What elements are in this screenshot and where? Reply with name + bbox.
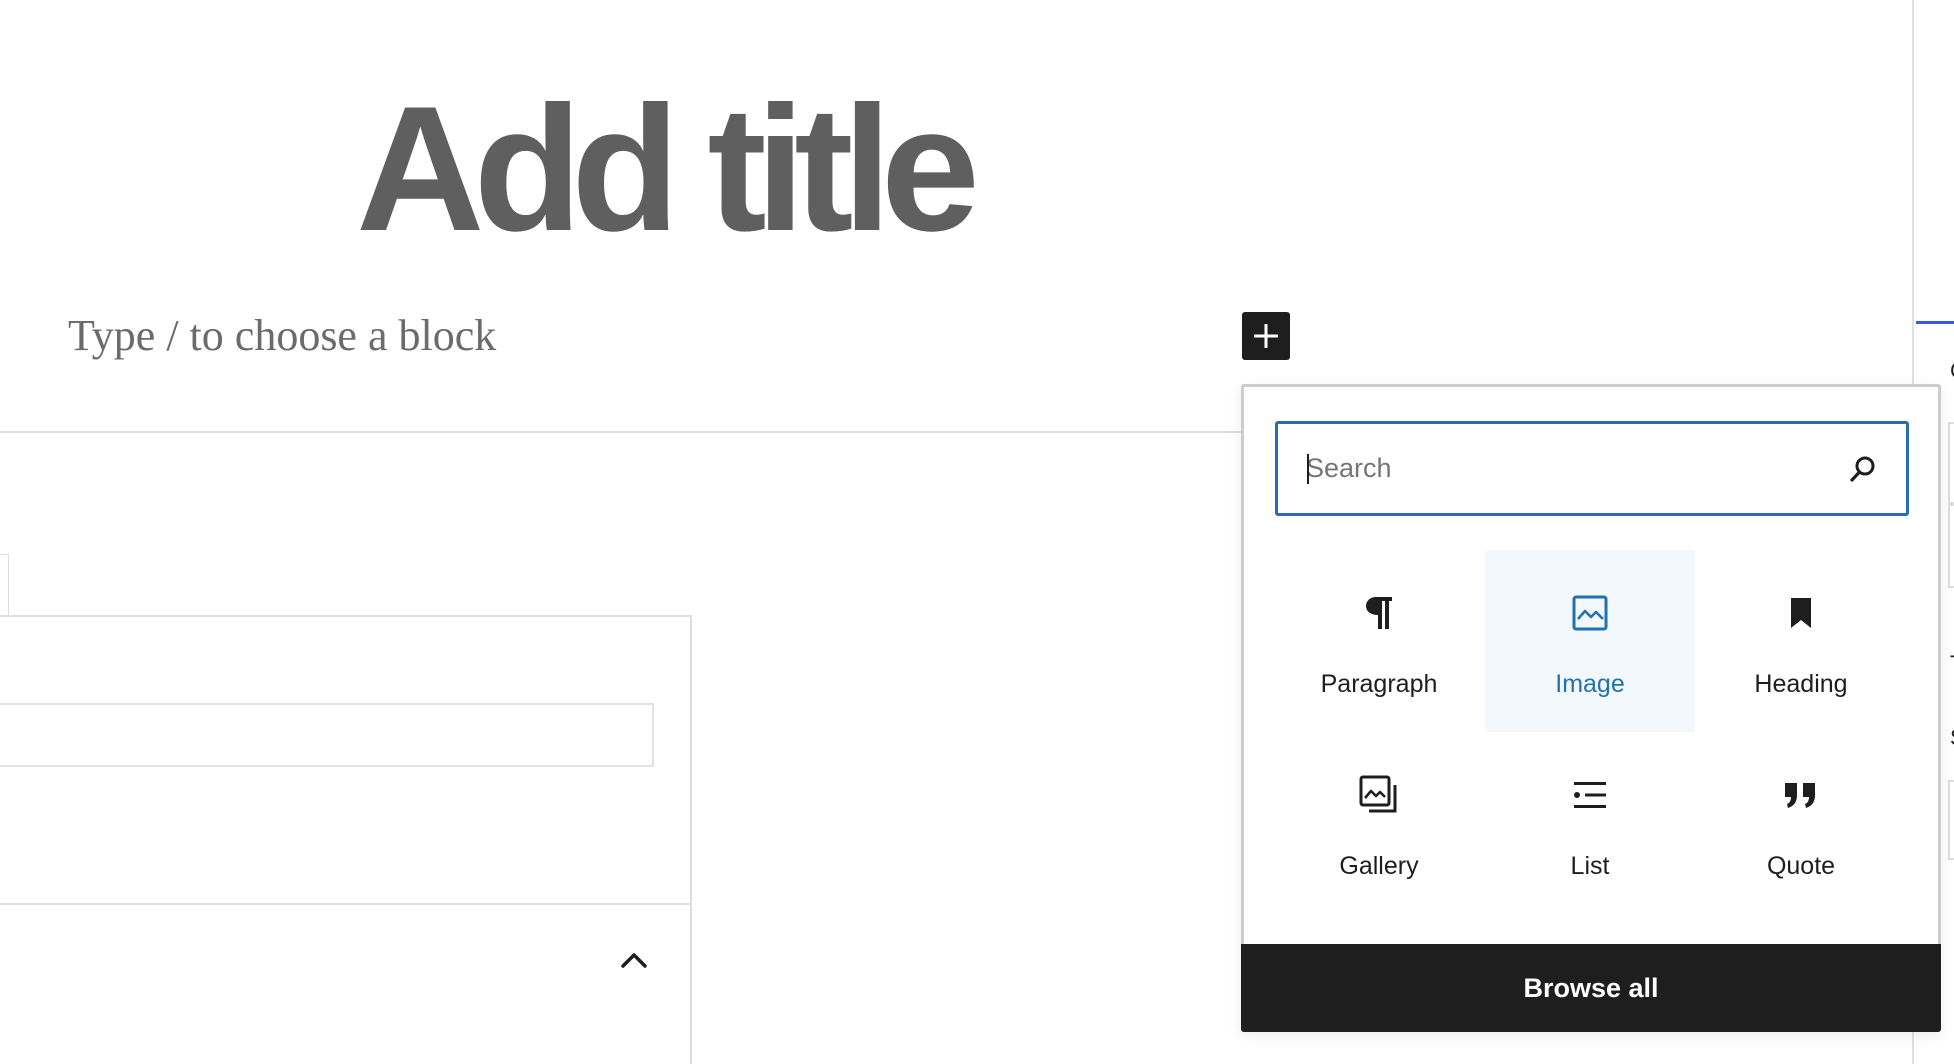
sidebar-field[interactable]	[1948, 780, 1954, 860]
text-cursor	[1307, 454, 1309, 484]
editor-divider	[0, 431, 1242, 433]
block-item-heading[interactable]: Heading	[1696, 550, 1906, 732]
browse-all-button[interactable]: Browse all	[1241, 944, 1941, 1032]
block-item-label: Quote	[1766, 852, 1836, 880]
heading-icon	[1791, 598, 1811, 628]
block-item-paragraph[interactable]: Paragraph	[1274, 550, 1484, 732]
sidebar-label-fragment: S	[1950, 727, 1954, 749]
block-item-gallery[interactable]: Gallery	[1274, 732, 1484, 914]
block-item-label: List	[1570, 852, 1610, 880]
meta-box-tab[interactable]	[0, 554, 9, 618]
plus-icon	[1254, 324, 1278, 348]
meta-box-panel	[0, 615, 692, 1064]
block-item-label: Image	[1555, 670, 1625, 698]
gallery-icon	[1359, 775, 1397, 813]
block-item-image[interactable]: Image	[1485, 550, 1695, 732]
post-title[interactable]: Add title	[356, 80, 980, 258]
block-item-label: Gallery	[1339, 852, 1419, 880]
search-icon[interactable]	[1845, 451, 1881, 487]
sidebar-label-fragment: C	[1950, 360, 1954, 382]
meta-box-field[interactable]	[0, 703, 654, 767]
block-item-label: Heading	[1754, 670, 1848, 698]
list-icon	[1574, 782, 1606, 808]
quote-icon	[1785, 783, 1815, 808]
block-item-quote[interactable]: Quote	[1696, 732, 1906, 914]
sidebar-field[interactable]	[1948, 504, 1954, 588]
block-placeholder[interactable]: Type / to choose a block	[68, 314, 496, 358]
quick-inserter-popover: Paragraph Image Headi	[1241, 384, 1941, 1032]
meta-box-divider	[0, 903, 690, 905]
meta-box-collapse-button[interactable]	[608, 940, 660, 980]
sidebar-label-fragment: T	[1950, 653, 1954, 675]
block-search-box[interactable]	[1275, 421, 1909, 516]
paragraph-icon	[1366, 597, 1392, 629]
block-item-label: Paragraph	[1320, 670, 1438, 698]
sidebar-field[interactable]	[1948, 422, 1954, 504]
chevron-up-icon	[621, 953, 647, 968]
block-item-list[interactable]: List	[1485, 732, 1695, 914]
image-icon	[1572, 595, 1608, 631]
editor-canvas: Add title Type / to choose a block C T S	[0, 0, 1954, 1064]
sidebar-active-tab-indicator	[1916, 321, 1954, 324]
block-inserter-toggle-button[interactable]	[1242, 312, 1290, 360]
block-search-input[interactable]	[1306, 424, 1836, 513]
